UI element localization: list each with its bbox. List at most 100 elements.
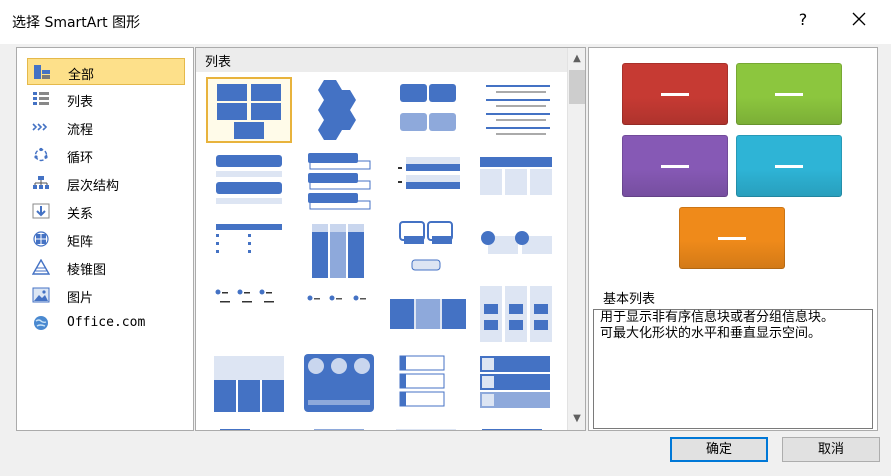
layout-thumb-vertical-bullet[interactable] [208, 147, 294, 213]
category-label: 循环 [67, 151, 94, 166]
scroll-thumb[interactable] [569, 70, 585, 104]
layout-thumb-row6-4[interactable] [476, 422, 562, 430]
category-label: 关系 [67, 207, 94, 222]
layout-thumb-picture-list[interactable] [476, 352, 562, 418]
lined-list-thumbnail [486, 85, 550, 135]
layout-thumb-row6-1[interactable] [208, 422, 294, 430]
category-label: 全部 [68, 68, 95, 83]
layout-thumb-stacked-list[interactable] [298, 147, 384, 213]
help-button[interactable]: ? [795, 10, 811, 29]
category-item-all[interactable]: 全部 [27, 58, 185, 85]
category-item-picture[interactable]: 图片 [27, 282, 185, 309]
process-icon [32, 123, 48, 131]
basic-list-thumbnail [217, 84, 281, 139]
preview-pane: 基本列表 用于显示非有序信息块或者分组信息块。 可最大化形状的水平和垂直显示空间… [588, 47, 878, 431]
layout-thumb-bullet-blocks[interactable] [386, 147, 472, 213]
gallery-header-label: 列表 [205, 55, 232, 70]
category-item-relationship[interactable]: 关系 [27, 198, 185, 225]
cancel-button[interactable]: 取消 [782, 437, 880, 462]
category-label: 棱锥图 [67, 263, 107, 278]
hexagon-thumbnail [318, 80, 356, 140]
matrix-icon [33, 231, 49, 247]
vertical-arrow-list-thumbnail [216, 224, 282, 253]
close-button[interactable] [848, 8, 870, 30]
layout-thumb-horizontal-blocks[interactable] [386, 282, 472, 348]
description-line: 可最大化形状的水平和垂直显示空间。 [600, 326, 822, 341]
category-label: 层次结构 [67, 179, 120, 194]
category-item-hierarchy[interactable]: 层次结构 [27, 170, 185, 197]
category-item-process[interactable]: 流程 [27, 114, 185, 141]
tab-list-thumbnail [399, 355, 445, 407]
category-item-cycle[interactable]: 循环 [27, 142, 185, 169]
bullet-blocks-thumbnail [398, 157, 460, 189]
layout-thumb-tab-list[interactable] [386, 352, 472, 418]
layout-thumb-table-list[interactable] [476, 147, 562, 213]
gallery-header: 列表 [196, 48, 567, 72]
layout-thumb-circle-columns[interactable] [298, 352, 384, 418]
layout-thumb-circle-callouts[interactable] [476, 214, 562, 280]
layout-thumb-grid-panels[interactable] [476, 282, 562, 348]
preview-block-cyan [736, 135, 842, 197]
layout-thumb-picture-callout[interactable] [386, 214, 472, 280]
category-label: Office.com [67, 315, 146, 330]
circle-callouts-thumbnail [481, 231, 552, 254]
category-list: 全部 列表 流程 循环 层次结构 关系 矩阵 棱锥图 图片 Office.com [16, 47, 194, 431]
category-label: 矩阵 [67, 235, 94, 250]
cycle-icon [34, 147, 48, 162]
layout-thumb-row6-2[interactable] [298, 422, 384, 430]
category-label: 流程 [67, 123, 94, 138]
scroll-up-icon[interactable]: ▲ [568, 50, 585, 68]
stacked-list-thumbnail [308, 153, 371, 210]
description-line: 用于显示非有序信息块或者分组信息块。 [600, 310, 835, 325]
category-item-list[interactable]: 列表 [27, 86, 185, 113]
circle-columns-thumbnail [304, 354, 374, 412]
vertical-bullet-thumbnail [216, 155, 282, 204]
preview-block-green [736, 63, 842, 125]
layout-thumb-vertical-arrow-list[interactable] [208, 214, 294, 280]
category-item-office-com[interactable]: Office.com [27, 310, 185, 337]
grid-panels-thumbnail [480, 286, 552, 342]
pyramid-icon [32, 259, 50, 275]
preview-block-purple [622, 135, 728, 197]
layout-thumb-pin-list[interactable] [298, 282, 384, 348]
preview-block-red [622, 63, 728, 125]
layout-thumb-horizontal-bullet[interactable] [208, 282, 294, 348]
layout-thumb-stacked-columns[interactable] [208, 352, 294, 418]
ok-button[interactable]: 确定 [670, 437, 768, 462]
picture-list-thumbnail [480, 356, 550, 408]
grouped-blocks-thumbnail [400, 84, 456, 131]
list-icon [33, 92, 49, 105]
tall-columns-thumbnail [312, 224, 364, 278]
category-label: 列表 [67, 95, 94, 110]
close-icon [852, 12, 866, 26]
table-list-thumbnail [480, 157, 552, 195]
picture-callout-thumbnail [399, 221, 453, 271]
layout-thumb-grouped-blocks[interactable] [386, 77, 472, 143]
gallery-scrollbar[interactable]: ▲ ▼ [567, 48, 585, 430]
layout-preview [589, 48, 877, 284]
category-label: 图片 [67, 291, 94, 306]
title-bar: 选择 SmartArt 图形 ? [0, 0, 891, 44]
layout-gallery: 列表 ▲ ▼ [195, 47, 586, 431]
pin-list-thumbnail [307, 295, 366, 301]
picture-icon [32, 287, 50, 303]
layout-thumb-tall-columns[interactable] [298, 214, 384, 280]
layout-name: 基本列表 [603, 292, 656, 307]
category-item-pyramid[interactable]: 棱锥图 [27, 254, 185, 281]
office-com-icon [34, 316, 48, 330]
category-item-matrix[interactable]: 矩阵 [27, 226, 185, 253]
horizontal-bullet-thumbnail [215, 289, 274, 303]
stacked-columns-thumbnail [214, 356, 284, 412]
preview-block-orange [679, 207, 785, 269]
hierarchy-icon [33, 176, 49, 189]
relationship-icon [32, 203, 50, 219]
dialog-title: 选择 SmartArt 图形 [12, 15, 141, 31]
all-icon [34, 65, 50, 79]
layout-thumb-hexagon[interactable] [298, 77, 384, 143]
layout-thumb-lined-list[interactable] [476, 77, 562, 143]
layout-description: 用于显示非有序信息块或者分组信息块。 可最大化形状的水平和垂直显示空间。 [593, 309, 873, 429]
horizontal-blocks-thumbnail [390, 299, 466, 329]
layout-thumb-row6-3[interactable] [386, 422, 472, 430]
scroll-down-icon[interactable]: ▼ [568, 410, 585, 428]
layout-thumb-basic-list[interactable] [206, 77, 292, 143]
